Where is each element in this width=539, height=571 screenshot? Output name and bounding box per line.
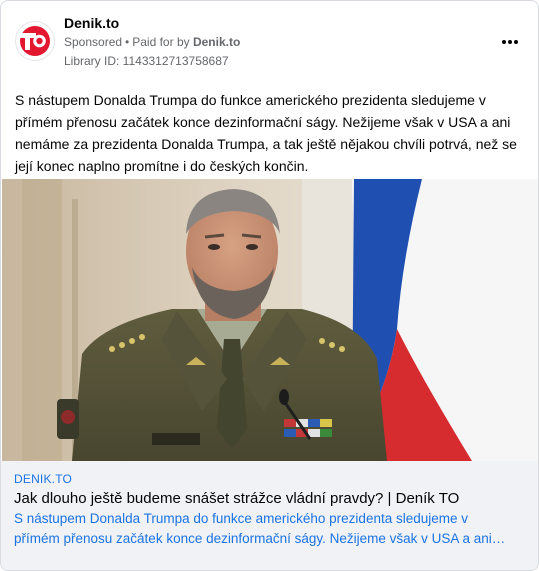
separator-dot: • bbox=[125, 35, 130, 49]
link-title[interactable]: Jak dlouho ještě budeme snášet strážce v… bbox=[14, 489, 524, 509]
link-description: S nástupem Donalda Trumpa do funkce amer… bbox=[14, 509, 519, 549]
more-horizontal-icon bbox=[502, 40, 506, 44]
link-description-line: S nástupem Donalda Trumpa do funkce amer… bbox=[14, 511, 469, 526]
ad-card: Denik.to Sponsored • Paid for by Denik.to … bbox=[0, 0, 539, 571]
sponsored-line: Sponsored • Paid for by Denik.to bbox=[64, 35, 240, 49]
link-preview[interactable]: DENIK.TO Jak dlouho ještě budeme snášet … bbox=[1, 461, 538, 570]
paid-for-name[interactable]: Denik.to bbox=[193, 35, 240, 49]
paid-for-label: Paid for by bbox=[132, 35, 190, 49]
denik-to-logo-icon bbox=[20, 26, 50, 56]
link-domain: DENIK.TO bbox=[14, 472, 73, 486]
soldier-portrait-image bbox=[2, 179, 538, 461]
ad-header: Denik.to Sponsored • Paid for by Denik.to … bbox=[15, 13, 524, 73]
ad-body-text: S nástupem Donalda Trumpa do funkce amer… bbox=[15, 92, 517, 174]
sponsored-label: Sponsored bbox=[64, 35, 123, 49]
library-id: Library ID: 1143312713758687 bbox=[64, 54, 229, 68]
page-name[interactable]: Denik.to bbox=[64, 15, 119, 31]
ad-image[interactable] bbox=[2, 179, 538, 461]
more-options-button[interactable] bbox=[502, 31, 522, 44]
link-description-line: přímém přenosu začátek konce dezinformač… bbox=[14, 531, 506, 546]
page-avatar[interactable] bbox=[15, 21, 55, 61]
